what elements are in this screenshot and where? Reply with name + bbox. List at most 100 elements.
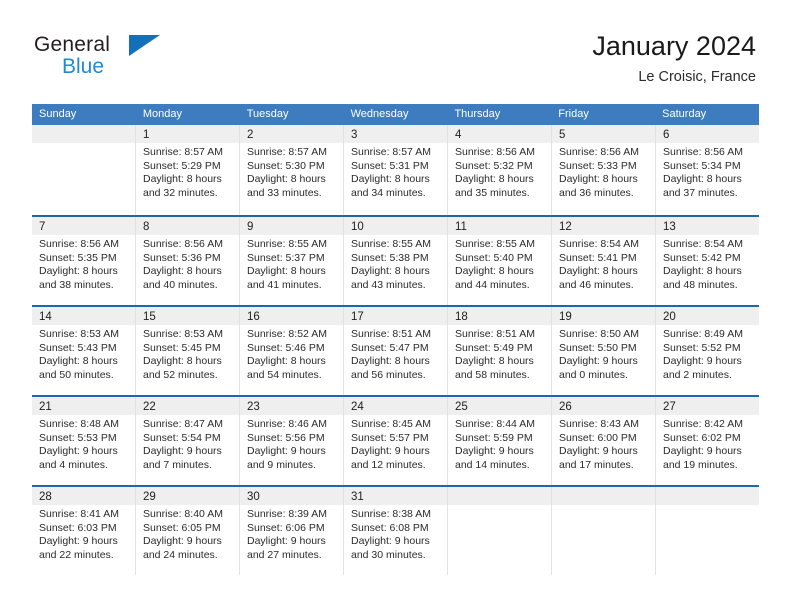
sunrise-text: Sunrise: 8:45 AM bbox=[351, 418, 431, 430]
daylight-text-line1: Daylight: 8 hours bbox=[351, 265, 430, 278]
day-number-strip: 3 bbox=[344, 125, 447, 143]
calendar-day-cell[interactable]: 29 Sunrise: 8:40 AM Sunset: 6:05 PM Dayligh… bbox=[136, 487, 240, 575]
calendar-day-cell[interactable]: 21 Sunrise: 8:48 AM Sunset: 5:53 PM Dayligh… bbox=[32, 397, 136, 485]
calendar-day-cell[interactable]: 14 Sunrise: 8:53 AM Sunset: 5:43 PM Dayligh… bbox=[32, 307, 136, 395]
calendar-day-cell[interactable]: 17 Sunrise: 8:51 AM Sunset: 5:47 PM Dayligh… bbox=[344, 307, 448, 395]
calendar-day-cell[interactable]: 4 Sunrise: 8:56 AM Sunset: 5:32 PM Daylight… bbox=[448, 125, 552, 215]
calendar-day-cell[interactable]: 26 Sunrise: 8:43 AM Sunset: 6:00 PM Dayligh… bbox=[552, 397, 656, 485]
calendar-day-cell[interactable]: 13 Sunrise: 8:54 AM Sunset: 5:42 PM Dayligh… bbox=[656, 217, 759, 305]
day-number: 22 bbox=[143, 401, 156, 413]
calendar-day-cell[interactable]: 16 Sunrise: 8:52 AM Sunset: 5:46 PM Dayligh… bbox=[240, 307, 344, 395]
calendar-day-cell[interactable]: 3 Sunrise: 8:57 AM Sunset: 5:31 PM Daylight… bbox=[344, 125, 448, 215]
daylight-text-line1: Daylight: 9 hours bbox=[247, 535, 326, 548]
sunset-text: Sunset: 6:02 PM bbox=[663, 431, 741, 444]
brand-logo[interactable]: General Blue bbox=[34, 34, 214, 90]
daylight-text-line1: Daylight: 8 hours bbox=[559, 265, 638, 278]
calendar-day-cell[interactable]: 7 Sunrise: 8:56 AM Sunset: 5:35 PM Daylight… bbox=[32, 217, 136, 305]
calendar-day-cell[interactable]: 8 Sunrise: 8:56 AM Sunset: 5:36 PM Daylight… bbox=[136, 217, 240, 305]
sunrise-text: Sunrise: 8:56 AM bbox=[455, 146, 535, 158]
calendar-week-row: 28 Sunrise: 8:41 AM Sunset: 6:03 PM Dayligh… bbox=[32, 485, 759, 575]
daylight-text-line2: and 2 minutes. bbox=[663, 368, 732, 381]
calendar-day-cell[interactable]: 28 Sunrise: 8:41 AM Sunset: 6:03 PM Dayligh… bbox=[32, 487, 136, 575]
day-number: 14 bbox=[39, 311, 52, 323]
day-number: 2 bbox=[247, 129, 254, 141]
day-number-strip: 20 bbox=[656, 307, 759, 325]
page-subtitle: Le Croisic, France bbox=[638, 69, 756, 85]
calendar-day-cell[interactable]: 1 Sunrise: 8:57 AM Sunset: 5:29 PM Daylight… bbox=[136, 125, 240, 215]
day-number: 25 bbox=[455, 401, 468, 413]
daylight-text-line2: and 30 minutes. bbox=[351, 548, 426, 561]
day-number: 28 bbox=[39, 491, 52, 503]
calendar-day-cell[interactable]: 12 Sunrise: 8:54 AM Sunset: 5:41 PM Dayligh… bbox=[552, 217, 656, 305]
day-details: Sunrise: 8:39 AM Sunset: 6:06 PM Daylight:… bbox=[240, 505, 343, 562]
sunset-text: Sunset: 6:00 PM bbox=[559, 431, 637, 444]
day-details bbox=[656, 505, 759, 508]
calendar-day-cell[interactable]: 27 Sunrise: 8:42 AM Sunset: 6:02 PM Dayligh… bbox=[656, 397, 759, 485]
calendar-day-cell[interactable]: 30 Sunrise: 8:39 AM Sunset: 6:06 PM Dayligh… bbox=[240, 487, 344, 575]
calendar-day-cell[interactable]: 25 Sunrise: 8:44 AM Sunset: 5:59 PM Dayligh… bbox=[448, 397, 552, 485]
day-details: Sunrise: 8:57 AM Sunset: 5:29 PM Daylight:… bbox=[136, 143, 239, 200]
day-number-strip: 11 bbox=[448, 217, 551, 235]
calendar-day-cell[interactable]: 31 Sunrise: 8:38 AM Sunset: 6:08 PM Dayligh… bbox=[344, 487, 448, 575]
daylight-text-line2: and 24 minutes. bbox=[143, 548, 218, 561]
daylight-text-line2: and 32 minutes. bbox=[143, 186, 218, 199]
daylight-text-line2: and 58 minutes. bbox=[455, 368, 530, 381]
calendar-day-cell[interactable]: 24 Sunrise: 8:45 AM Sunset: 5:57 PM Dayligh… bbox=[344, 397, 448, 485]
daylight-text-line2: and 52 minutes. bbox=[143, 368, 218, 381]
sunrise-text: Sunrise: 8:55 AM bbox=[455, 238, 535, 250]
day-number: 10 bbox=[351, 221, 364, 233]
day-number-strip: 25 bbox=[448, 397, 551, 415]
day-number-strip: 9 bbox=[240, 217, 343, 235]
day-number: 27 bbox=[663, 401, 676, 413]
daylight-text-line2: and 4 minutes. bbox=[39, 458, 108, 471]
sunset-text: Sunset: 5:50 PM bbox=[559, 341, 637, 354]
day-number-strip: 30 bbox=[240, 487, 343, 505]
sunrise-text: Sunrise: 8:55 AM bbox=[247, 238, 327, 250]
calendar-day-cell[interactable]: 23 Sunrise: 8:46 AM Sunset: 5:56 PM Dayligh… bbox=[240, 397, 344, 485]
day-number: 3 bbox=[351, 129, 358, 141]
calendar-day-cell[interactable]: 15 Sunrise: 8:53 AM Sunset: 5:45 PM Dayligh… bbox=[136, 307, 240, 395]
calendar-week-row: 7 Sunrise: 8:56 AM Sunset: 5:35 PM Daylight… bbox=[32, 215, 759, 305]
calendar-day-cell[interactable]: 6 Sunrise: 8:56 AM Sunset: 5:34 PM Daylight… bbox=[656, 125, 759, 215]
calendar-day-cell-empty bbox=[32, 125, 136, 215]
sunset-text: Sunset: 5:36 PM bbox=[143, 251, 221, 264]
calendar-day-cell[interactable]: 11 Sunrise: 8:55 AM Sunset: 5:40 PM Dayligh… bbox=[448, 217, 552, 305]
daylight-text-line2: and 44 minutes. bbox=[455, 278, 530, 291]
day-number-strip: 31 bbox=[344, 487, 447, 505]
calendar-day-cell[interactable]: 10 Sunrise: 8:55 AM Sunset: 5:38 PM Dayligh… bbox=[344, 217, 448, 305]
day-details: Sunrise: 8:57 AM Sunset: 5:31 PM Daylight:… bbox=[344, 143, 447, 200]
calendar-day-cell[interactable]: 5 Sunrise: 8:56 AM Sunset: 5:33 PM Daylight… bbox=[552, 125, 656, 215]
day-number: 4 bbox=[455, 129, 462, 141]
daylight-text-line2: and 0 minutes. bbox=[559, 368, 628, 381]
daylight-text-line1: Daylight: 9 hours bbox=[351, 535, 430, 548]
daylight-text-line2: and 37 minutes. bbox=[663, 186, 738, 199]
day-number-strip: 14 bbox=[32, 307, 135, 325]
daylight-text-line1: Daylight: 8 hours bbox=[39, 265, 118, 278]
sunrise-text: Sunrise: 8:42 AM bbox=[663, 418, 743, 430]
day-number-strip: 7 bbox=[32, 217, 135, 235]
calendar-day-cell-empty bbox=[552, 487, 656, 575]
day-number-strip: 8 bbox=[136, 217, 239, 235]
day-number-strip: 27 bbox=[656, 397, 759, 415]
calendar-day-cell[interactable]: 20 Sunrise: 8:49 AM Sunset: 5:52 PM Dayligh… bbox=[656, 307, 759, 395]
sunset-text: Sunset: 5:52 PM bbox=[663, 341, 741, 354]
calendar-day-cell[interactable]: 18 Sunrise: 8:51 AM Sunset: 5:49 PM Dayligh… bbox=[448, 307, 552, 395]
calendar-day-cell[interactable]: 22 Sunrise: 8:47 AM Sunset: 5:54 PM Dayligh… bbox=[136, 397, 240, 485]
day-number-strip bbox=[32, 125, 135, 143]
daylight-text-line2: and 14 minutes. bbox=[455, 458, 530, 471]
title-block: January 2024 Le Croisic, France bbox=[592, 30, 756, 86]
brand-name-general: General bbox=[34, 33, 111, 56]
sunrise-text: Sunrise: 8:53 AM bbox=[39, 328, 119, 340]
day-number-strip bbox=[552, 487, 655, 505]
calendar-day-cell[interactable]: 2 Sunrise: 8:57 AM Sunset: 5:30 PM Daylight… bbox=[240, 125, 344, 215]
day-details bbox=[32, 143, 135, 146]
sunset-text: Sunset: 5:46 PM bbox=[247, 341, 325, 354]
daylight-text-line2: and 36 minutes. bbox=[559, 186, 634, 199]
day-number-strip: 22 bbox=[136, 397, 239, 415]
calendar-week-row: 1 Sunrise: 8:57 AM Sunset: 5:29 PM Daylight… bbox=[32, 125, 759, 215]
calendar-day-cell[interactable]: 9 Sunrise: 8:55 AM Sunset: 5:37 PM Daylight… bbox=[240, 217, 344, 305]
day-number-strip: 6 bbox=[656, 125, 759, 143]
calendar-day-cell[interactable]: 19 Sunrise: 8:50 AM Sunset: 5:50 PM Dayligh… bbox=[552, 307, 656, 395]
day-number-strip: 13 bbox=[656, 217, 759, 235]
day-number: 24 bbox=[351, 401, 364, 413]
